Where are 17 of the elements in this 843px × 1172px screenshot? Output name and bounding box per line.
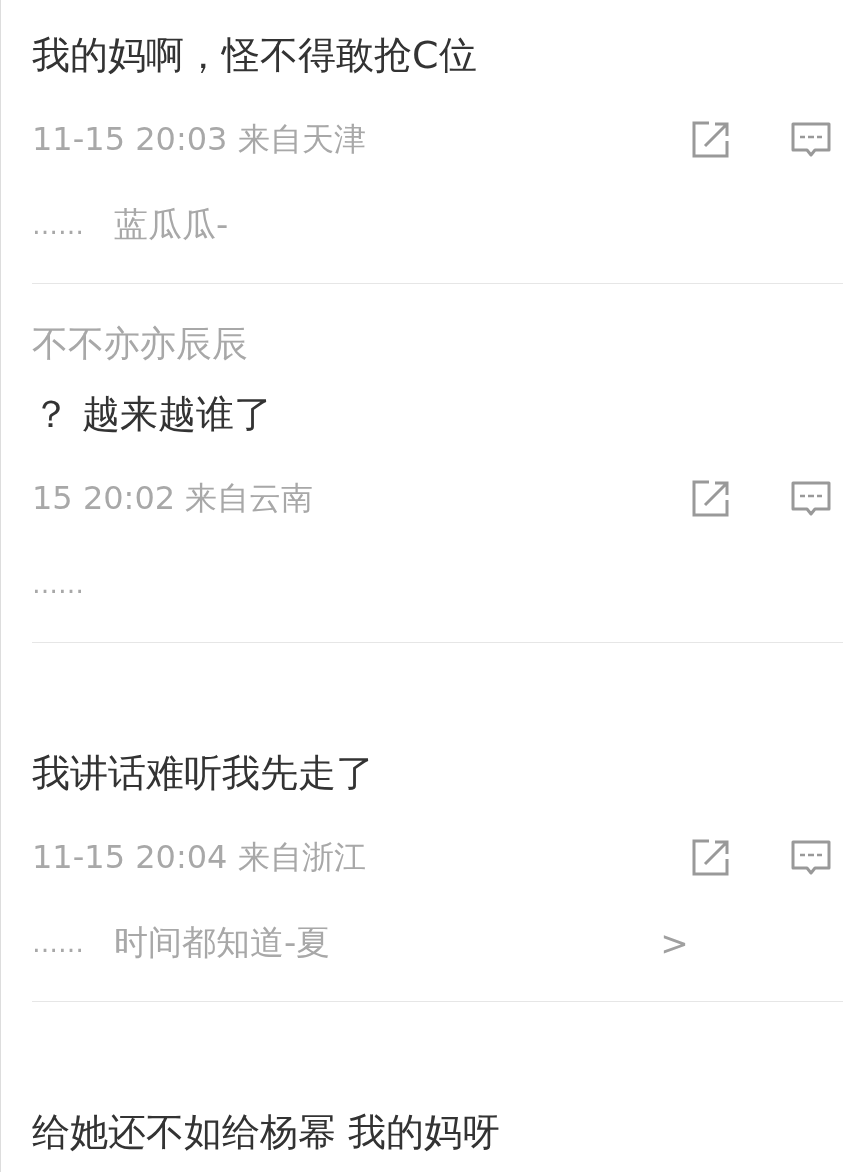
ellipsis: …… (32, 210, 84, 240)
share-icon[interactable] (691, 838, 731, 878)
comment-text: 我讲话难听我先走了 (32, 750, 375, 797)
comment-meta: 15 20:02 来自云南 (32, 478, 314, 519)
user-name[interactable]: 不不亦亦辰辰 (32, 309, 248, 379)
ellipsis: …… (32, 569, 84, 599)
share-icon[interactable] (691, 479, 731, 519)
comment-text: ？ 越来越谁了 (32, 391, 274, 438)
song-title[interactable]: 时间都知道-夏 (114, 920, 331, 966)
ellipsis: …… (32, 928, 84, 958)
chevron[interactable]: > (660, 923, 689, 963)
comment-meta: 11-15 20:03 来自天津 (32, 119, 366, 160)
share-icon[interactable] (691, 120, 731, 160)
comment-text: 我的妈啊，怪不得敢抢C位 (32, 32, 478, 79)
comment-text: 给她还不如给杨幂 我的妈呀 (32, 1109, 502, 1156)
song-title[interactable]: 蓝瓜瓜- (114, 202, 229, 248)
comment-meta: 11-15 20:04 来自浙江 (32, 837, 366, 878)
